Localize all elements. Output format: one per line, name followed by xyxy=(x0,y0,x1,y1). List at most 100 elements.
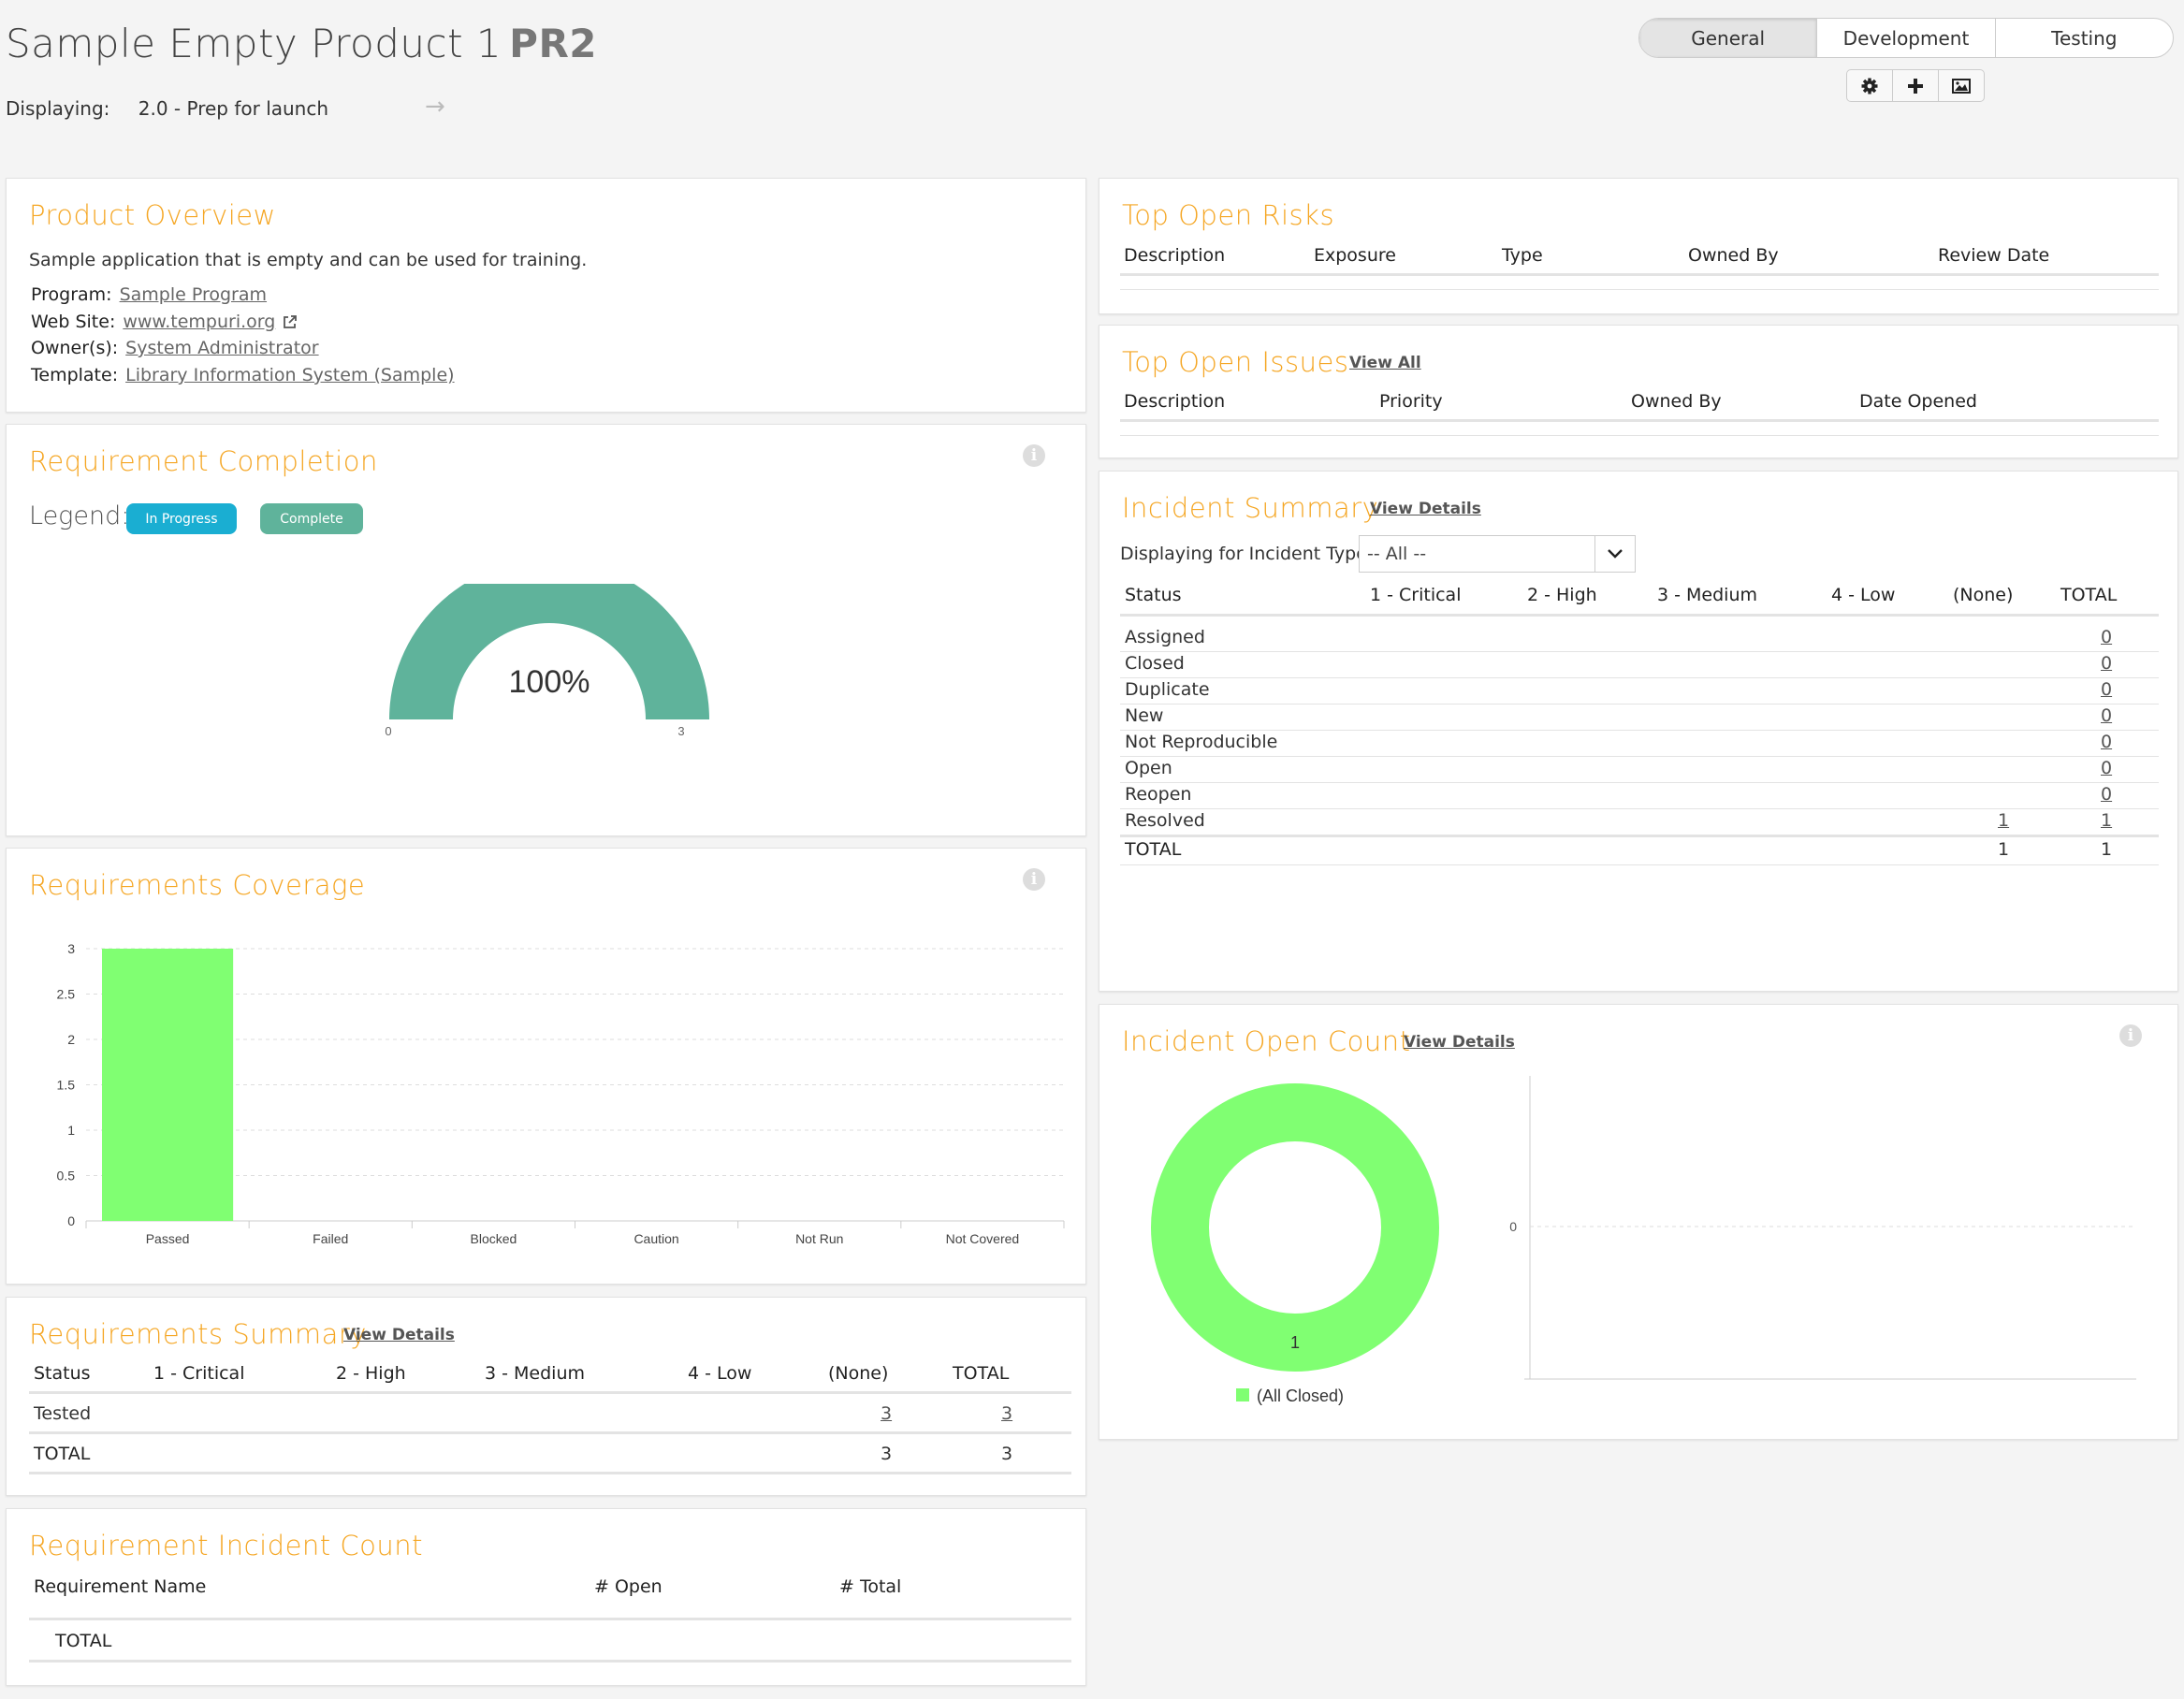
panel-title: Requirement Completion xyxy=(29,445,378,477)
col-low[interactable]: 4 - Low xyxy=(1831,585,1895,605)
product-code: PR2 xyxy=(509,21,598,66)
tab-testing[interactable]: Testing xyxy=(1994,19,2173,57)
dashboard-tabs: General Development Testing xyxy=(1638,18,2174,58)
incident-summary-panel: Incident Summary View Details Displaying… xyxy=(1099,471,2178,992)
x-tick-label: Not Run xyxy=(795,1231,843,1246)
col-total[interactable]: TOTAL xyxy=(953,1363,1009,1384)
arrow-right-icon[interactable]: → xyxy=(425,93,445,121)
y-tick-label: 3 xyxy=(67,941,75,956)
incident-type-value: -- All -- xyxy=(1367,544,1427,564)
col-total[interactable]: # Total xyxy=(839,1576,901,1597)
settings-button[interactable] xyxy=(1847,70,1892,101)
image-icon xyxy=(1952,78,1971,94)
divider xyxy=(1120,730,2159,731)
incident-open-donut-chart: 1 (All Closed) 0 xyxy=(1151,1076,2136,1405)
export-image-button[interactable] xyxy=(1938,70,1984,101)
col-open[interactable]: # Open xyxy=(594,1576,662,1597)
view-details-link[interactable]: View Details xyxy=(343,1326,455,1344)
x-tick-label: Failed xyxy=(313,1231,348,1246)
divider xyxy=(1120,677,2159,678)
donut-segment-all-closed xyxy=(1151,1083,1439,1372)
col-exposure[interactable]: Exposure xyxy=(1314,245,1396,266)
row-status: Duplicate xyxy=(1125,679,1210,700)
chevron-down-icon[interactable] xyxy=(1594,536,1635,572)
col-critical[interactable]: 1 - Critical xyxy=(1370,585,1461,605)
info-icon[interactable]: i xyxy=(1023,444,1045,467)
col-status[interactable]: Status xyxy=(34,1363,91,1384)
owners-label: Owner(s): xyxy=(31,338,119,358)
col-date-opened[interactable]: Date Opened xyxy=(1859,391,1977,412)
col-owned-by[interactable]: Owned By xyxy=(1631,391,1722,412)
product-description: Sample application that is empty and can… xyxy=(29,250,588,270)
owners-link[interactable]: System Administrator xyxy=(125,338,318,358)
col-high[interactable]: 2 - High xyxy=(1527,585,1597,605)
template-row: Template: Library Information System (Sam… xyxy=(31,365,455,385)
col-review-date[interactable]: Review Date xyxy=(1938,245,2049,266)
program-link[interactable]: Sample Program xyxy=(120,284,267,305)
product-name: Sample Empty Product 1 xyxy=(6,21,502,66)
col-description[interactable]: Description xyxy=(1124,391,1225,412)
y-tick-label: 2 xyxy=(67,1032,75,1047)
tab-development[interactable]: Development xyxy=(1816,19,1994,57)
page-title: Sample Empty Product 1 PR2 xyxy=(6,21,597,66)
view-all-link[interactable]: View All xyxy=(1349,354,1421,372)
completion-gauge: 100% 0 3 xyxy=(385,584,709,738)
row-total-value[interactable]: 0 xyxy=(2101,627,2112,647)
bar-passed xyxy=(102,949,234,1221)
total-label: TOTAL xyxy=(34,1444,91,1464)
displaying-value[interactable]: 2.0 - Prep for launch xyxy=(138,97,328,120)
row-total-value[interactable]: 0 xyxy=(2101,732,2112,752)
divider xyxy=(1120,864,2159,865)
add-widget-button[interactable] xyxy=(1892,70,1938,101)
release-selector[interactable]: Displaying: 2.0 - Prep for launch xyxy=(6,97,328,120)
row-total-value[interactable]: 3 xyxy=(1001,1403,1012,1424)
row-total-value[interactable]: 0 xyxy=(2101,758,2112,778)
row-none-value[interactable]: 1 xyxy=(1998,810,2009,831)
plus-icon xyxy=(1908,78,1923,94)
row-total-value[interactable]: 0 xyxy=(2101,784,2112,805)
col-medium[interactable]: 3 - Medium xyxy=(1657,585,1757,605)
website-row: Web Site: www.tempuri.org xyxy=(31,312,298,332)
view-details-link[interactable]: View Details xyxy=(1370,500,1481,518)
owners-row: Owner(s): System Administrator xyxy=(31,338,319,358)
y-tick-label: 2.5 xyxy=(57,987,76,1002)
col-total[interactable]: TOTAL xyxy=(2060,585,2117,605)
col-type[interactable]: Type xyxy=(1502,245,1543,266)
y-tick: 0 xyxy=(1509,1219,1517,1234)
panel-title: Requirements Summary xyxy=(29,1318,367,1350)
total-none-value: 1 xyxy=(1998,839,2010,860)
row-status: Tested xyxy=(34,1403,92,1424)
donut-legend-label: (All Closed) xyxy=(1257,1387,1344,1405)
col-description[interactable]: Description xyxy=(1124,245,1225,266)
row-total-value[interactable]: 0 xyxy=(2101,705,2112,726)
col-critical[interactable]: 1 - Critical xyxy=(153,1363,244,1384)
col-priority[interactable]: Priority xyxy=(1379,391,1443,412)
row-total-value[interactable]: 0 xyxy=(2101,653,2112,674)
row-status: Reopen xyxy=(1125,784,1192,805)
y-tick-label: 0.5 xyxy=(57,1169,76,1183)
incident-type-select[interactable]: -- All -- xyxy=(1359,535,1636,573)
row-status: Resolved xyxy=(1125,810,1205,831)
row-total-value[interactable]: 0 xyxy=(2101,679,2112,700)
row-status: New xyxy=(1125,705,1164,726)
col-low[interactable]: 4 - Low xyxy=(688,1363,751,1384)
website-link[interactable]: www.tempuri.org xyxy=(123,312,275,332)
divider xyxy=(29,1472,1071,1474)
gauge-min: 0 xyxy=(385,724,391,738)
row-none-value[interactable]: 3 xyxy=(881,1403,892,1424)
col-requirement-name[interactable]: Requirement Name xyxy=(34,1576,206,1597)
col-none[interactable]: (None) xyxy=(1953,585,2013,605)
col-status[interactable]: Status xyxy=(1125,585,1182,605)
row-total-value[interactable]: 1 xyxy=(2101,810,2112,831)
x-tick-label: Blocked xyxy=(471,1231,517,1246)
col-medium[interactable]: 3 - Medium xyxy=(485,1363,585,1384)
divider xyxy=(1120,614,2159,617)
col-owned-by[interactable]: Owned By xyxy=(1688,245,1779,266)
template-link[interactable]: Library Information System (Sample) xyxy=(125,365,454,385)
external-link-icon[interactable] xyxy=(283,314,298,329)
tab-general[interactable]: General xyxy=(1639,19,1817,57)
col-high[interactable]: 2 - High xyxy=(336,1363,406,1384)
col-none[interactable]: (None) xyxy=(828,1363,888,1384)
gear-icon xyxy=(1861,78,1878,94)
panel-title: Requirement Incident Count xyxy=(29,1530,423,1561)
